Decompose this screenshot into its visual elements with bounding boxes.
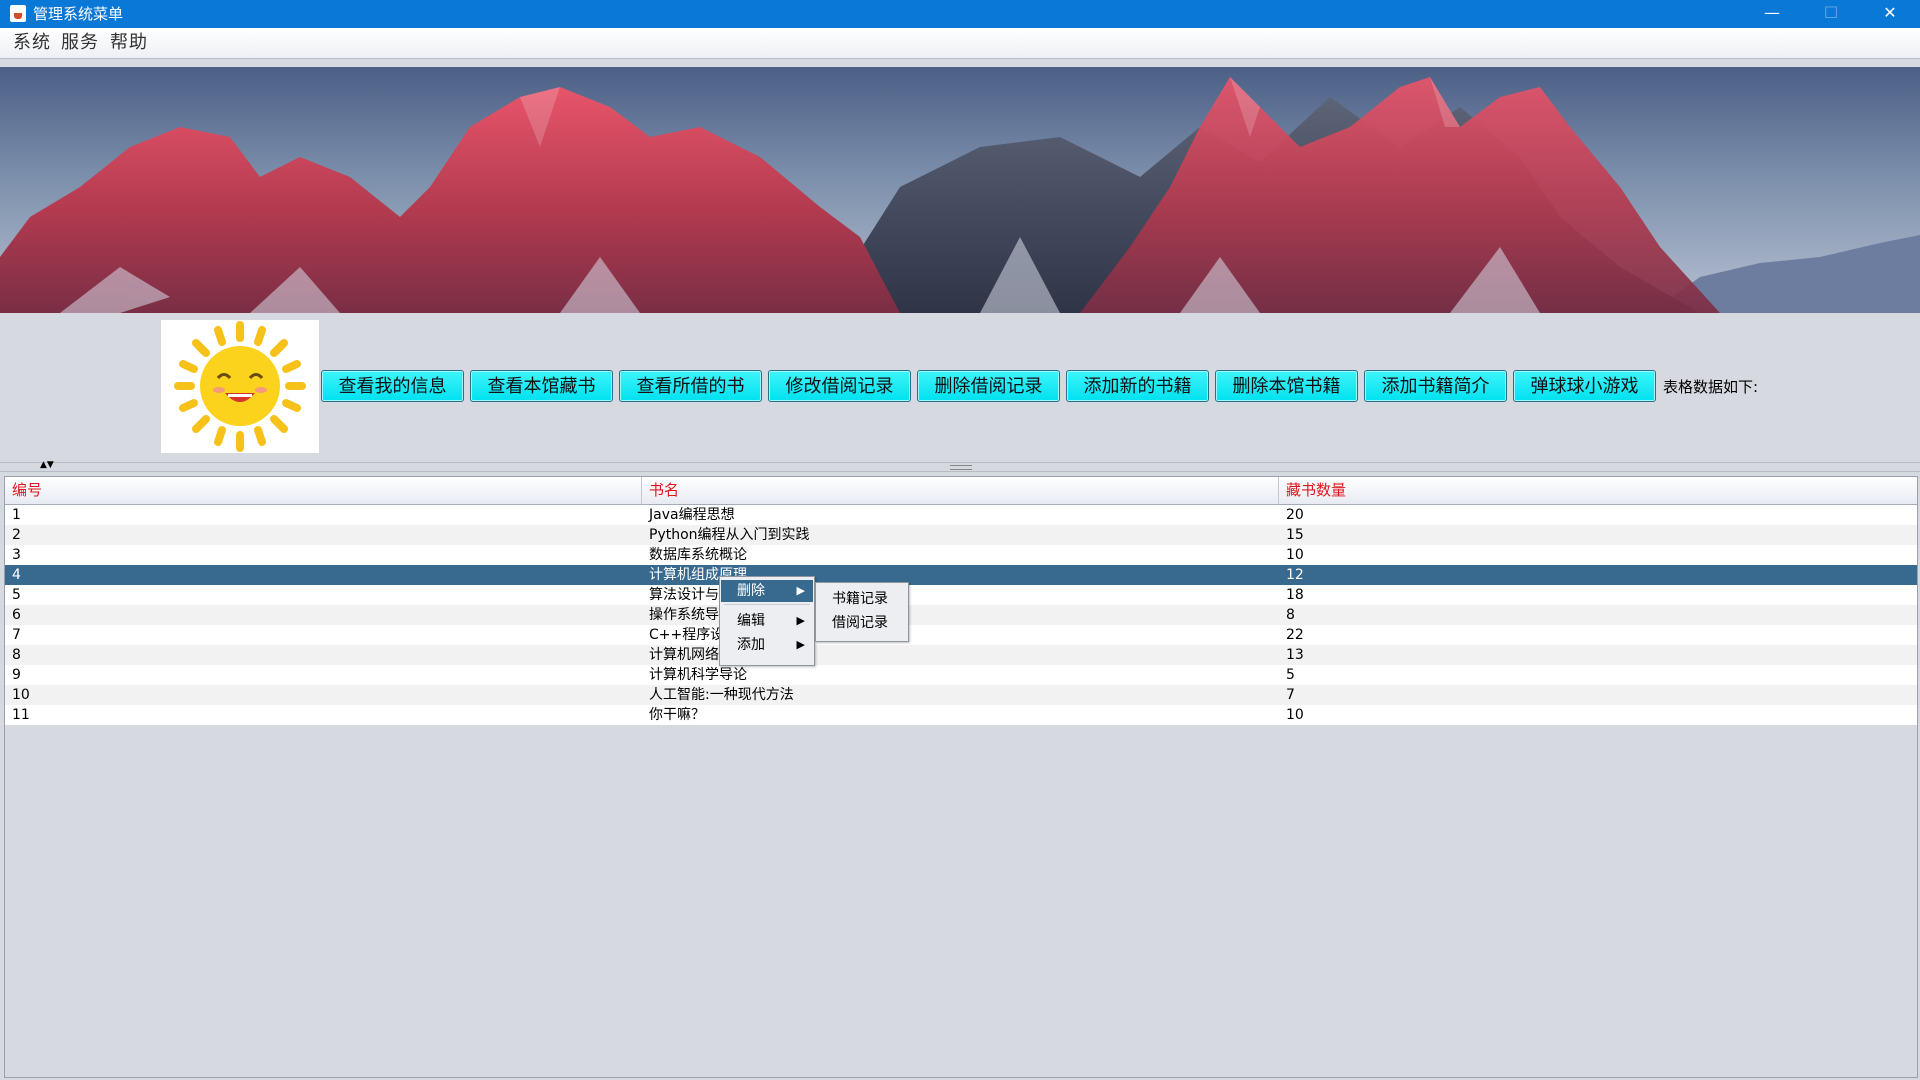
submenu-book-record[interactable]: 书籍记录 <box>832 588 888 610</box>
cell-quantity: 5 <box>1286 667 1295 683</box>
add-book-intro-button[interactable]: 添加书籍简介 <box>1364 370 1507 402</box>
cell-id: 6 <box>12 607 21 623</box>
view-library-books-button[interactable]: 查看本馆藏书 <box>470 370 613 402</box>
cell-id: 8 <box>12 647 21 663</box>
context-menu-add[interactable]: 添加 ▶ <box>721 634 813 656</box>
context-menu-add-label: 添加 <box>737 637 765 653</box>
cell-id: 4 <box>12 567 21 583</box>
cell-id: 11 <box>12 707 30 723</box>
cell-title: 算法设计与 <box>649 587 719 603</box>
cell-id: 2 <box>12 527 21 543</box>
table-row[interactable]: 8 计算机网络 13 <box>5 645 1917 665</box>
sun-avatar-image <box>161 320 319 453</box>
divider-grip-icon[interactable] <box>950 465 972 470</box>
cell-title: Java编程思想 <box>649 507 735 523</box>
column-header-quantity[interactable]: 藏书数量 <box>1279 477 1917 504</box>
close-icon: ✕ <box>1883 3 1897 22</box>
cell-id: 5 <box>12 587 21 603</box>
menu-system[interactable]: 系统 <box>13 31 51 55</box>
cell-quantity: 20 <box>1286 507 1304 523</box>
table-row[interactable]: 7 C++程序设 22 <box>5 625 1917 645</box>
maximize-button[interactable]: ☐ <box>1802 0 1860 28</box>
cell-title: Python编程从入门到实践 <box>649 527 810 543</box>
table-row[interactable]: 9 计算机科学导论 5 <box>5 665 1917 685</box>
view-borrowed-books-button[interactable]: 查看所借的书 <box>619 370 762 402</box>
cell-id: 10 <box>12 687 30 703</box>
table-row[interactable]: 1 Java编程思想 20 <box>5 505 1917 525</box>
minimize-button[interactable]: — <box>1743 0 1801 28</box>
cell-quantity: 12 <box>1286 567 1304 583</box>
view-my-info-button[interactable]: 查看我的信息 <box>321 370 464 402</box>
java-app-icon <box>10 5 26 22</box>
modify-borrow-record-button[interactable]: 修改借阅记录 <box>768 370 911 402</box>
context-menu-edit-label: 编辑 <box>737 613 765 629</box>
submenu-arrow-icon: ▶ <box>796 614 805 627</box>
title-bar: 管理系统菜单 — ☐ ✕ <box>0 0 1920 28</box>
table-body: 1 Java编程思想 20 2 Python编程从入门到实践 15 3 数据库系… <box>5 505 1917 725</box>
table-row[interactable]: 10 人工智能:一种现代方法 7 <box>5 685 1917 705</box>
maximize-icon: ☐ <box>1823 3 1839 22</box>
cell-quantity: 10 <box>1286 707 1304 723</box>
cell-title: 计算机网络 <box>649 647 719 663</box>
cell-title: 计算机科学导论 <box>649 667 747 683</box>
cell-title: 人工智能:一种现代方法 <box>649 687 794 703</box>
delete-library-book-button[interactable]: 删除本馆书籍 <box>1215 370 1358 402</box>
column-header-id[interactable]: 编号 <box>5 477 642 504</box>
menu-bar: 系统 服务 帮助 <box>0 28 1920 59</box>
table-row-selected[interactable]: 4 计算机组成原理 12 <box>5 565 1917 585</box>
expand-collapse-arrows-icon[interactable]: ▲▼ <box>40 460 54 470</box>
submenu-arrow-icon: ▶ <box>796 638 805 651</box>
cell-id: 3 <box>12 547 21 563</box>
table-row[interactable]: 11 你干嘛？ 10 <box>5 705 1917 725</box>
delete-submenu: 书籍记录 借阅记录 <box>815 582 909 642</box>
minimize-icon: — <box>1764 3 1780 22</box>
context-menu-edit[interactable]: 编辑 ▶ <box>721 610 813 632</box>
add-new-book-button[interactable]: 添加新的书籍 <box>1066 370 1209 402</box>
cell-id: 1 <box>12 507 21 523</box>
cell-title: C++程序设 <box>649 627 725 643</box>
cell-id: 9 <box>12 667 21 683</box>
menu-separator <box>724 604 810 605</box>
menu-help[interactable]: 帮助 <box>110 31 148 55</box>
table-header: 编号 书名 藏书数量 <box>5 477 1917 505</box>
cell-title: 操作系统导 <box>649 607 719 623</box>
pinball-game-button[interactable]: 弹球球小游戏 <box>1513 370 1656 402</box>
books-table: 编号 书名 藏书数量 1 Java编程思想 20 2 Python编程从入门到实… <box>4 476 1918 1078</box>
split-pane-divider[interactable]: ▲▼ <box>0 460 1920 472</box>
cell-quantity: 10 <box>1286 547 1304 563</box>
submenu-arrow-icon: ▶ <box>796 584 805 597</box>
close-button[interactable]: ✕ <box>1861 0 1919 28</box>
cell-quantity: 7 <box>1286 687 1295 703</box>
cell-quantity: 18 <box>1286 587 1304 603</box>
column-header-title[interactable]: 书名 <box>642 477 1279 504</box>
menu-service[interactable]: 服务 <box>61 31 99 55</box>
cell-id: 7 <box>12 627 21 643</box>
submenu-borrow-record[interactable]: 借阅记录 <box>832 612 888 634</box>
delete-borrow-record-button[interactable]: 删除借阅记录 <box>917 370 1060 402</box>
context-menu-delete-label: 删除 <box>737 583 765 599</box>
cell-quantity: 22 <box>1286 627 1304 643</box>
cell-title: 数据库系统概论 <box>649 547 747 563</box>
cell-title: 你干嘛？ <box>649 707 705 723</box>
cell-quantity: 8 <box>1286 607 1295 623</box>
table-caption-label: 表格数据如下: <box>1663 378 1759 396</box>
window-title: 管理系统菜单 <box>33 5 124 23</box>
context-menu-delete[interactable]: 删除 ▶ <box>721 580 813 602</box>
table-row[interactable]: 2 Python编程从入门到实践 15 <box>5 525 1917 545</box>
table-row[interactable]: 3 数据库系统概论 10 <box>5 545 1917 565</box>
cell-quantity: 13 <box>1286 647 1304 663</box>
mountain-banner-image <box>0 67 1920 313</box>
table-row[interactable]: 6 操作系统导 8 <box>5 605 1917 625</box>
table-row[interactable]: 5 算法设计与 18 <box>5 585 1917 605</box>
context-menu: 删除 ▶ 编辑 ▶ 添加 ▶ <box>719 576 815 666</box>
cell-quantity: 15 <box>1286 527 1304 543</box>
